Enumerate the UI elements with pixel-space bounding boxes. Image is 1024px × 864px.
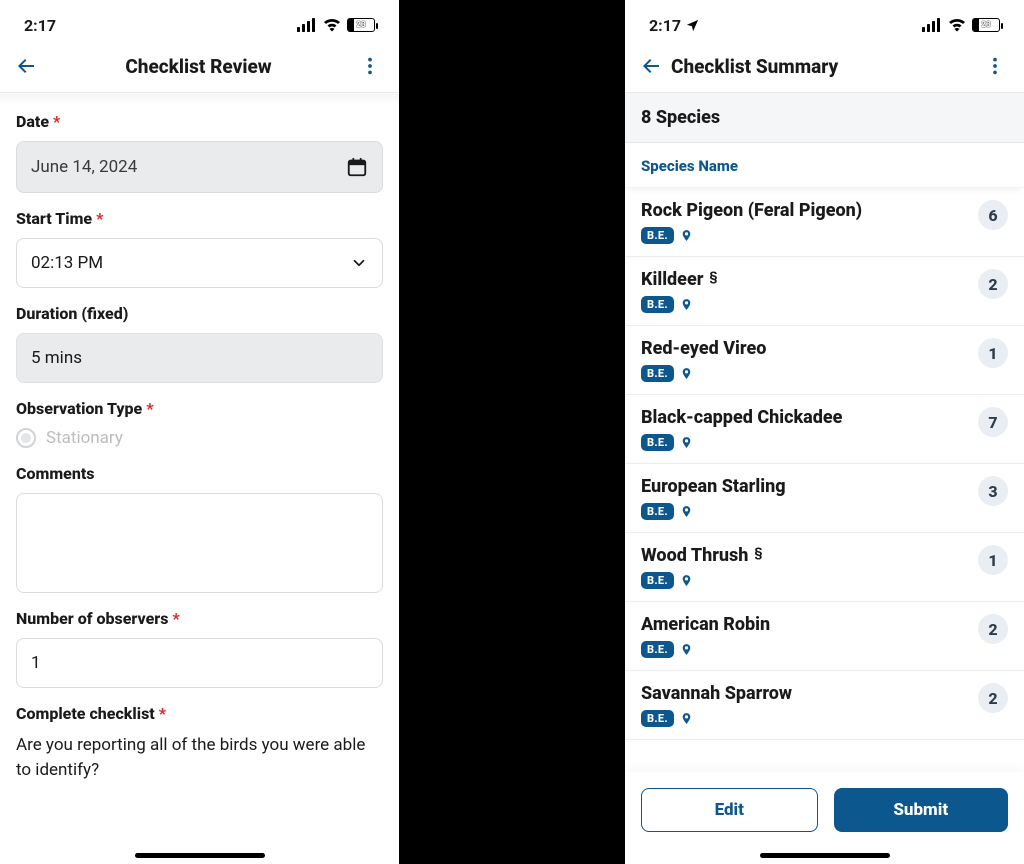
status-time: 2:17 <box>649 16 681 35</box>
required-mark: * <box>53 112 60 131</box>
species-row[interactable]: Rock Pigeon (Feral Pigeon) B.E. 6 <box>625 188 1024 257</box>
submit-button[interactable]: Submit <box>834 788 1009 832</box>
duration-field: 5 mins <box>16 333 383 383</box>
pin-icon <box>680 229 693 242</box>
phone-checklist-review: 2:17 23 Checklist Review Date <box>0 0 399 864</box>
arrow-left-icon <box>14 54 38 78</box>
observation-type-label: Observation Type * <box>16 399 383 418</box>
page-title: Checklist Review <box>38 55 359 78</box>
species-name: Rock Pigeon (Feral Pigeon) <box>641 200 862 221</box>
footer-actions: Edit Submit <box>625 771 1024 864</box>
species-count: 2 <box>978 683 1008 713</box>
observation-type-value: Stationary <box>46 428 123 448</box>
species-count: 2 <box>978 614 1008 644</box>
pin-icon <box>680 505 693 518</box>
arrow-left-icon <box>639 54 663 78</box>
duration-value: 5 mins <box>31 348 82 368</box>
observation-type-radio[interactable]: Stationary <box>16 428 383 448</box>
be-badge: B.E. <box>641 296 674 313</box>
species-row[interactable]: American Robin B.E. 2 <box>625 602 1024 671</box>
species-row[interactable]: Killdeer § B.E. 2 <box>625 257 1024 326</box>
species-row[interactable]: Black-capped Chickadee B.E. 7 <box>625 395 1024 464</box>
species-name: Savannah Sparrow <box>641 683 792 704</box>
wifi-icon <box>323 18 341 32</box>
start-time-value: 02:13 PM <box>31 253 103 273</box>
species-name: Killdeer <box>641 269 703 290</box>
chevron-down-icon <box>350 254 368 272</box>
be-badge: B.E. <box>641 641 674 658</box>
species-count: 1 <box>978 545 1008 575</box>
statusbar: 2:17 23 <box>625 0 1024 40</box>
be-badge: B.E. <box>641 503 674 520</box>
comments-textarea[interactable] <box>16 493 383 593</box>
battery-icon: 23 <box>972 18 1000 32</box>
species-name: Wood Thrush <box>641 545 748 566</box>
more-menu-button[interactable] <box>984 55 1006 77</box>
back-button[interactable] <box>639 54 663 78</box>
pin-icon <box>680 367 693 380</box>
phone-checklist-summary: 2:17 23 Checklist Summary 8 Spe <box>625 0 1024 864</box>
pin-icon <box>680 436 693 449</box>
status-time: 2:17 <box>24 16 56 35</box>
species-column-header[interactable]: Species Name <box>625 143 1024 188</box>
review-form: Date * June 14, 2024 Start Time * 02:13 … <box>0 93 399 864</box>
edit-button[interactable]: Edit <box>641 788 818 832</box>
date-field[interactable]: June 14, 2024 <box>16 141 383 193</box>
observers-value: 1 <box>31 653 41 673</box>
home-indicator[interactable] <box>760 853 890 858</box>
species-row[interactable]: European Starling B.E. 3 <box>625 464 1024 533</box>
species-count: 1 <box>978 338 1008 368</box>
page-title: Checklist Summary <box>663 55 984 78</box>
pin-icon <box>680 712 693 725</box>
observers-label: Number of observers * <box>16 609 383 628</box>
be-badge: B.E. <box>641 572 674 589</box>
species-list[interactable]: Rock Pigeon (Feral Pigeon) B.E. 6 Killdeer §… <box>625 188 1024 864</box>
date-value: June 14, 2024 <box>31 157 137 177</box>
species-count: 7 <box>978 407 1008 437</box>
complete-checklist-label: Complete checklist * <box>16 704 383 723</box>
species-count: 3 <box>978 476 1008 506</box>
be-badge: B.E. <box>641 710 674 727</box>
species-count-header: 8 Species <box>625 93 1024 143</box>
signal-icon <box>297 18 317 32</box>
species-name: American Robin <box>641 614 770 635</box>
species-name: Black-capped Chickadee <box>641 407 842 428</box>
species-note-mark: § <box>754 546 762 561</box>
signal-icon <box>922 18 942 32</box>
species-note-mark: § <box>709 270 717 285</box>
species-row[interactable]: Wood Thrush § B.E. 1 <box>625 533 1024 602</box>
start-time-select[interactable]: 02:13 PM <box>16 238 383 288</box>
battery-icon: 23 <box>347 18 375 32</box>
species-name: Red-eyed Vireo <box>641 338 766 359</box>
more-vert-icon <box>984 55 1006 77</box>
wifi-icon <box>948 18 966 32</box>
comments-label: Comments <box>16 464 383 483</box>
pin-icon <box>680 643 693 656</box>
complete-checklist-caption: Are you reporting all of the birds you w… <box>16 733 383 782</box>
pin-icon <box>680 298 693 311</box>
species-count: 6 <box>978 200 1008 230</box>
home-indicator[interactable] <box>135 853 265 858</box>
statusbar: 2:17 23 <box>0 0 399 40</box>
radio-icon <box>16 428 36 448</box>
species-row[interactable]: Red-eyed Vireo B.E. 1 <box>625 326 1024 395</box>
start-time-label: Start Time * <box>16 209 383 228</box>
back-button[interactable] <box>14 54 38 78</box>
observers-input[interactable]: 1 <box>16 638 383 688</box>
appbar-summary: Checklist Summary <box>625 40 1024 93</box>
more-vert-icon <box>359 55 381 77</box>
duration-label: Duration (fixed) <box>16 304 383 323</box>
calendar-icon <box>346 156 368 178</box>
pin-icon <box>680 574 693 587</box>
be-badge: B.E. <box>641 434 674 451</box>
date-label: Date * <box>16 112 383 131</box>
species-name: European Starling <box>641 476 786 497</box>
be-badge: B.E. <box>641 227 674 244</box>
be-badge: B.E. <box>641 365 674 382</box>
species-row[interactable]: Savannah Sparrow B.E. 2 <box>625 671 1024 740</box>
appbar-review: Checklist Review <box>0 40 399 93</box>
more-menu-button[interactable] <box>359 55 381 77</box>
species-count: 2 <box>978 269 1008 299</box>
location-arrow-icon <box>685 18 700 33</box>
